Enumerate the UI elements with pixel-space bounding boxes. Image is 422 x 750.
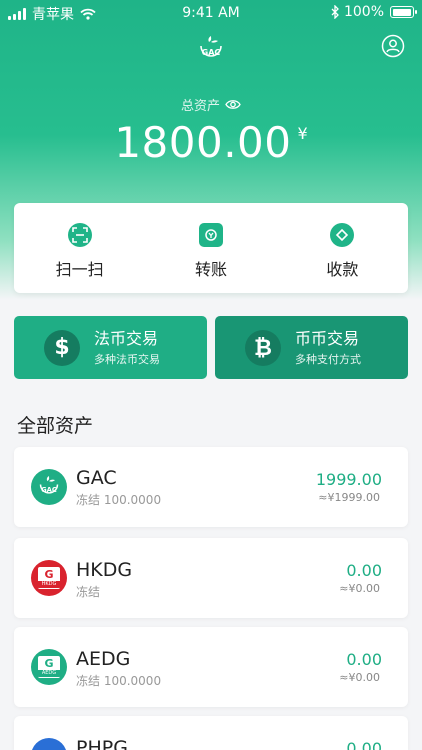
asset-item-phpg[interactable]: PHPG 0.00 [14, 716, 408, 750]
total-assets: 1800.00 ¥ [0, 118, 422, 167]
battery-fill [392, 8, 411, 16]
asset-name: AEDG [76, 648, 131, 670]
gac-logo: GAC [31, 469, 67, 505]
asset-frozen: 冻结 [76, 585, 101, 599]
scan-button[interactable]: 扫一扫 [14, 203, 145, 293]
scan-icon [67, 223, 92, 247]
aedg-badge-code: AEDG [38, 670, 60, 677]
asset-amount: 0.00 [346, 650, 382, 669]
eye-icon[interactable] [225, 99, 241, 110]
transfer-label: 转账 [194, 260, 227, 279]
coin-trade-subtitle: 多种支付方式 [295, 352, 361, 366]
receive-button[interactable]: 收款 [277, 203, 408, 293]
asset-frozen: 冻结 100.0000 [76, 674, 162, 688]
hkdg-badge-letter: G [44, 568, 54, 581]
dollar-icon: $ [44, 329, 80, 366]
coin-trade-title: 币币交易 [295, 328, 360, 348]
battery-icon [390, 6, 417, 18]
asset-frozen: 冻结 100.0000 [76, 493, 162, 507]
asset-item-hkdg[interactable]: G HKDG HKDG 冻结 0.00 ≈¥0.00 [14, 538, 408, 618]
asset-amount: 0.00 [346, 561, 382, 580]
asset-amount: 1999.00 [315, 470, 382, 489]
asset-approx-value: ≈¥1999.00 [318, 491, 380, 504]
total-assets-label: 总资产 [180, 99, 220, 114]
section-title: 全部资产 [17, 415, 94, 437]
user-icon [381, 34, 405, 58]
hkdg-logo: G HKDG [31, 560, 67, 596]
asset-logo-text: GAC [41, 486, 57, 494]
asset-item-aedg[interactable]: G AEDG AEDG 冻结 100.0000 0.00 ≈¥0.00 [14, 627, 408, 707]
fiat-trade-button[interactable]: $ 法币交易 多种法币交易 [14, 316, 207, 379]
asset-approx-value: ≈¥0.00 [339, 582, 380, 595]
asset-amount: 0.00 [346, 739, 382, 750]
aedg-logo: G AEDG [31, 649, 67, 685]
quick-actions-card: 扫一扫 转账 收款 [14, 203, 408, 293]
transfer-icon [198, 223, 223, 247]
hkdg-badge-code: HKDG [38, 581, 60, 588]
phpg-logo [31, 738, 67, 750]
transfer-button[interactable]: 转账 [145, 203, 276, 293]
fiat-trade-subtitle: 多种法币交易 [94, 352, 160, 366]
logo-text: GAC [202, 48, 221, 57]
receive-icon [330, 223, 355, 247]
scan-label: 扫一扫 [55, 260, 104, 279]
receive-label: 收款 [326, 260, 359, 279]
total-assets-unit: ¥ [297, 124, 308, 143]
total-assets-value: 1800.00 [114, 118, 292, 167]
gac-logo: GAC [196, 36, 226, 62]
user-profile-button[interactable] [381, 34, 405, 58]
asset-approx-value: ≈¥0.00 [339, 671, 380, 684]
aedg-badge-letter: G [44, 657, 54, 670]
coin-trade-button[interactable]: ₿ 币币交易 多种支付方式 [215, 316, 408, 379]
total-assets-label-row: 总资产 [0, 95, 422, 114]
bitcoin-icon: ₿ [245, 329, 281, 366]
bluetooth-icon [331, 5, 339, 19]
fiat-trade-title: 法币交易 [94, 328, 159, 348]
asset-name: HKDG [76, 559, 133, 581]
status-bar: 青苹果 9:41 AM 100% [0, 0, 422, 26]
battery-text: 100% [343, 4, 384, 20]
asset-item-gac[interactable]: GAC GAC 冻结 100.0000 1999.00 ≈¥1999.00 [14, 447, 408, 527]
asset-name: GAC [76, 467, 117, 489]
asset-name: PHPG [76, 737, 128, 750]
